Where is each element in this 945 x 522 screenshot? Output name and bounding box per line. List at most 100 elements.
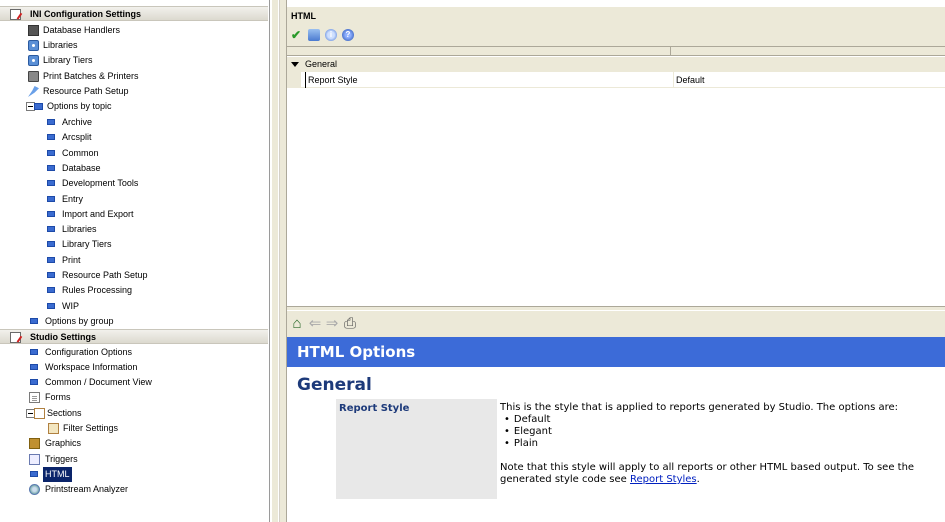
tree-item-label: WIP	[62, 300, 79, 311]
filter-icon	[48, 423, 59, 434]
tree-item-common-document-view[interactable]: Common / Document View	[0, 375, 268, 390]
group-icon	[34, 103, 43, 110]
tree-item-label: Workspace Information	[45, 362, 138, 372]
tree-item-html[interactable]: HTML	[0, 467, 268, 482]
tree-item-label: Triggers	[45, 454, 78, 464]
tree-item-label: Print Batches & Printers	[43, 71, 139, 81]
topic-icon	[47, 210, 55, 217]
tree-item-topic[interactable]: WIP	[0, 299, 268, 314]
help-banner: HTML Options	[287, 337, 945, 367]
topic-icon	[47, 226, 55, 233]
option-icon	[30, 379, 38, 385]
help-intro: This is the style that is applied to rep…	[500, 402, 899, 413]
help-options-list: Default Elegant Plain	[504, 414, 945, 450]
tree-item-topic[interactable]: Libraries	[0, 222, 268, 237]
tree-item-resource-path[interactable]: Resource Path Setup	[0, 84, 268, 99]
tree-item-label: Database	[62, 162, 101, 173]
topic-icon	[47, 149, 55, 156]
form-icon	[29, 392, 40, 403]
tree-item-topic[interactable]: Rules Processing	[0, 283, 268, 298]
tree-item-topic[interactable]: Database	[0, 161, 268, 176]
tree-item-label: Forms	[45, 392, 71, 402]
tree-item-topic[interactable]: Arcsplit	[0, 130, 268, 145]
database-icon	[28, 25, 39, 36]
property-value[interactable]: Default	[673, 72, 945, 88]
tree-section-label: INI Configuration Settings	[30, 9, 141, 19]
help-note-text: Note that this style will apply to all r…	[500, 462, 915, 485]
tree-item-topic[interactable]: Archive	[0, 115, 268, 130]
properties-title: HTML	[291, 11, 316, 21]
topic-icon	[47, 272, 55, 278]
tree-item-label: Configuration Options	[45, 347, 133, 357]
tree-item-topic[interactable]: Common	[0, 146, 268, 161]
column-divider[interactable]	[670, 47, 671, 56]
analyzer-icon	[29, 484, 40, 495]
splitter-grip	[278, 0, 280, 522]
help-option: Default	[504, 414, 945, 426]
tree-item-triggers[interactable]: Triggers	[0, 452, 268, 467]
tree-item-topic[interactable]: Library Tiers	[0, 237, 268, 252]
expand-arrow-icon[interactable]	[291, 62, 299, 67]
category-row[interactable]: General	[287, 57, 945, 72]
tree-item-printstream-analyzer[interactable]: Printstream Analyzer	[0, 482, 268, 497]
home-icon[interactable]: ⌂	[289, 316, 305, 332]
apply-check-icon[interactable]: ✔	[291, 29, 303, 41]
tree-item-label: Printstream Analyzer	[45, 484, 129, 494]
tree-item-label: Filter Settings	[63, 423, 119, 433]
library-icon	[28, 55, 39, 66]
sections-icon	[34, 408, 45, 419]
option-icon	[30, 364, 38, 370]
help-term: Report Style	[339, 403, 410, 414]
tree-item-options-by-group[interactable]: Options by group	[0, 314, 268, 329]
tree-item-topic[interactable]: Import and Export	[0, 207, 268, 222]
tree-section-ini[interactable]: INI Configuration Settings	[0, 6, 268, 21]
tree-item-configuration-options[interactable]: Configuration Options	[0, 345, 268, 360]
tree-item-forms[interactable]: Forms	[0, 390, 268, 405]
tree-section-studio[interactable]: Studio Settings	[0, 329, 268, 344]
print-icon[interactable]: ⎙	[342, 316, 358, 332]
topic-icon	[47, 134, 55, 141]
tree-item-label: Options by topic	[47, 101, 112, 111]
vertical-splitter[interactable]	[271, 0, 287, 522]
tree-item-database-handlers[interactable]: Database Handlers	[0, 23, 268, 38]
tree-item-graphics[interactable]: Graphics	[0, 436, 268, 451]
info-icon[interactable]: i	[325, 29, 337, 41]
report-styles-link[interactable]: Report Styles	[630, 474, 697, 485]
tree-item-label: HTML	[43, 467, 72, 482]
printer-icon	[28, 71, 39, 82]
tree-item-filter-settings[interactable]: Filter Settings	[0, 421, 268, 436]
forward-icon[interactable]: ⇒	[324, 316, 340, 332]
tree-item-label: Sections	[47, 408, 82, 418]
help-note: Note that this style will apply to all r…	[500, 462, 945, 486]
row-gutter	[287, 72, 301, 88]
tree-item-print-batches[interactable]: Print Batches & Printers	[0, 69, 268, 84]
topic-icon	[47, 241, 55, 248]
tree-item-libraries[interactable]: Libraries	[0, 38, 268, 53]
help-icon[interactable]: ?	[342, 29, 354, 41]
tree-item-label: Development Tools	[62, 178, 139, 189]
tree-item-topic[interactable]: Print	[0, 253, 268, 268]
property-row[interactable]: Report Style Default	[287, 72, 945, 88]
group-icon	[30, 318, 38, 324]
back-icon[interactable]: ⇐	[307, 316, 323, 332]
tree-item-library-tiers[interactable]: Library Tiers	[0, 53, 268, 68]
sort-icon[interactable]	[308, 29, 320, 41]
topic-icon	[47, 180, 55, 187]
property-grid: General Report Style Default	[287, 46, 945, 308]
help-note-suffix: .	[696, 474, 700, 485]
tree-item-topic[interactable]: Entry	[0, 192, 268, 207]
tree-item-topic[interactable]: Resource Path Setup	[0, 268, 268, 283]
tree-item-options-by-topic[interactable]: Options by topic	[0, 99, 268, 114]
tree-item-topic[interactable]: Development Tools	[0, 176, 268, 191]
tree-item-label: Common / Document View	[45, 377, 152, 387]
html-icon	[30, 471, 38, 477]
help-option: Plain	[504, 438, 945, 450]
help-description: This is the style that is applied to rep…	[497, 399, 945, 499]
topic-icon	[47, 195, 55, 202]
tree-item-sections[interactable]: Sections	[0, 406, 268, 421]
tree-item-label: Library Tiers	[62, 239, 112, 250]
tree-item-workspace-information[interactable]: Workspace Information	[0, 360, 268, 375]
tree-item-label: Arcsplit	[62, 132, 92, 143]
settings-tree: INI Configuration Settings Database Hand…	[0, 0, 270, 522]
category-label: General	[305, 59, 338, 69]
